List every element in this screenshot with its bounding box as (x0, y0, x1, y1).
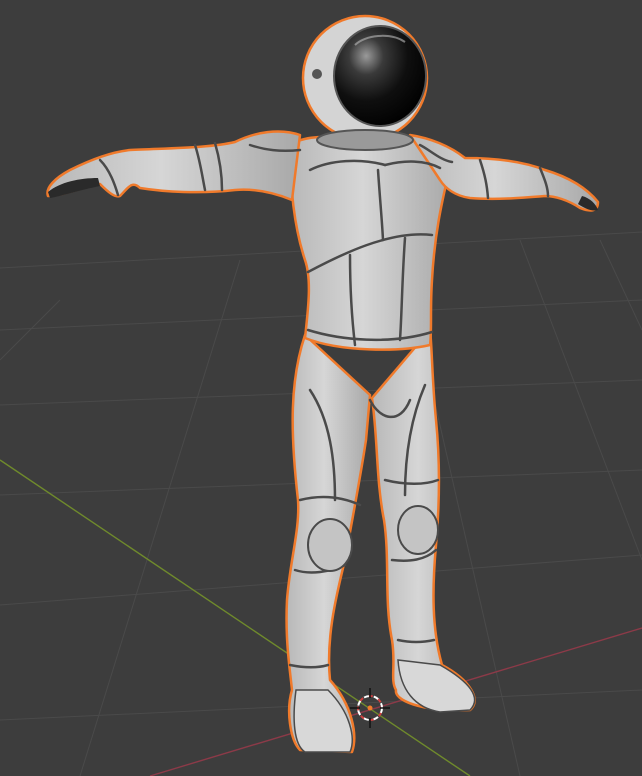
right-knee-pad (397, 505, 439, 555)
viewport-canvas[interactable] (0, 0, 642, 776)
left-knee-pad (307, 518, 353, 572)
left-arm[interactable] (46, 130, 302, 202)
3d-cursor-icon[interactable] (350, 688, 390, 728)
astronaut-model[interactable] (46, 14, 600, 754)
3d-viewport[interactable] (0, 0, 642, 776)
neck-ring (316, 129, 414, 151)
